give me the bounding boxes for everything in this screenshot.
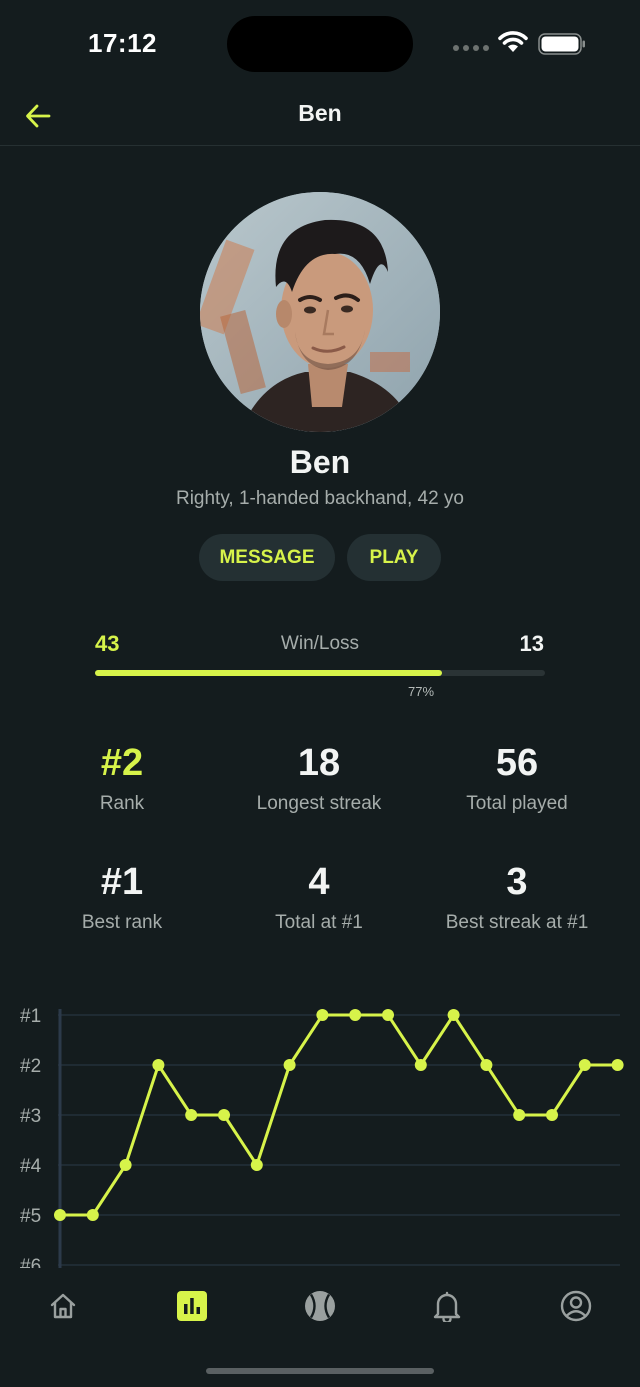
battery-icon <box>538 33 585 55</box>
tab-home[interactable] <box>31 1284 95 1328</box>
profile-photo <box>200 192 440 432</box>
chart-data-point <box>414 1059 427 1071</box>
stat-total-played: 56 Total played <box>417 742 617 815</box>
profile-subtitle: Righty, 1-handed backhand, 42 yo <box>175 488 464 509</box>
chart-data-point <box>447 1009 460 1021</box>
tab-play[interactable] <box>288 1284 352 1328</box>
nav-header: Ben <box>0 88 640 146</box>
chart-data-point <box>611 1059 624 1071</box>
page-title: Ben <box>298 100 342 126</box>
losses-count: 13 <box>519 631 544 656</box>
tennis-ball-icon <box>305 1291 335 1321</box>
stat-value: 18 <box>297 742 341 784</box>
win-loss-bar-fill <box>95 670 442 676</box>
chart-y-tick-label: #6 <box>20 1256 41 1268</box>
tab-profile[interactable] <box>544 1284 608 1328</box>
chart-y-tick-label: #3 <box>20 1106 41 1127</box>
bell-icon <box>433 1291 461 1322</box>
chart-data-point <box>382 1009 394 1021</box>
dynamic-island <box>227 16 413 72</box>
chart-data-point <box>546 1109 558 1121</box>
stat-label: Best rank <box>81 912 163 933</box>
cellular-signal-icon <box>453 45 489 51</box>
rank-history-chart: #1 #2 #3 #4 #5 #6 <box>20 1006 624 1268</box>
chart-data-point <box>316 1009 329 1021</box>
stat-label: Rank <box>99 793 145 814</box>
stat-label: Total at #1 <box>275 912 363 933</box>
stat-label: Total played <box>466 793 568 814</box>
stat-label: Best streak at #1 <box>445 912 589 933</box>
chart-data-point <box>152 1059 165 1071</box>
stat-value: 4 <box>308 861 330 903</box>
home-icon <box>50 1293 76 1319</box>
stat-total-at-1: 4 Total at #1 <box>219 861 419 934</box>
home-indicator <box>206 1368 434 1374</box>
tab-bar <box>0 1268 640 1387</box>
chart-data-point <box>250 1159 263 1171</box>
stat-best-rank: #1 Best rank <box>22 861 222 934</box>
chart-data-point <box>513 1109 526 1121</box>
chart-y-tick-label: #5 <box>20 1206 41 1227</box>
chart-data-point <box>185 1109 198 1121</box>
wifi-icon <box>498 31 528 52</box>
win-loss-label: Win/Loss <box>280 633 360 654</box>
chart-data-point <box>578 1059 591 1071</box>
tab-notifications[interactable] <box>415 1284 479 1328</box>
stat-rank: #2 Rank <box>22 742 222 815</box>
stat-value: 3 <box>506 861 528 903</box>
message-button[interactable]: MESSAGE <box>199 534 335 581</box>
chart-data-point <box>218 1109 230 1121</box>
chart-data-point <box>349 1009 362 1021</box>
chart-data-point <box>283 1059 296 1071</box>
bar-chart-icon <box>177 1291 207 1321</box>
chart-data-point <box>480 1059 493 1071</box>
chart-data-point <box>119 1159 132 1171</box>
play-button[interactable]: PLAY <box>347 534 441 581</box>
avatar <box>200 192 440 432</box>
chart-data-point <box>86 1209 99 1221</box>
stat-best-streak-at-1: 3 Best streak at #1 <box>417 861 617 934</box>
chart-y-tick-label: #1 <box>20 1006 41 1027</box>
stat-label: Longest streak <box>256 793 382 814</box>
stat-value: #2 <box>100 742 144 784</box>
chart-y-tick-label: #4 <box>20 1156 42 1177</box>
stat-value: 56 <box>495 742 539 784</box>
tab-stats[interactable] <box>160 1284 224 1328</box>
chart-y-tick-label: #2 <box>20 1056 41 1077</box>
stat-value: #1 <box>100 861 144 903</box>
status-time: 17:12 <box>88 28 157 58</box>
win-loss-bar <box>95 670 545 676</box>
chart-data-point <box>54 1209 66 1221</box>
win-percent: 77% <box>407 684 435 699</box>
stat-longest-streak: 18 Longest streak <box>219 742 419 815</box>
profile-icon <box>560 1290 592 1322</box>
status-bar: 17:12 <box>0 0 640 88</box>
profile-name: Ben <box>289 444 351 480</box>
